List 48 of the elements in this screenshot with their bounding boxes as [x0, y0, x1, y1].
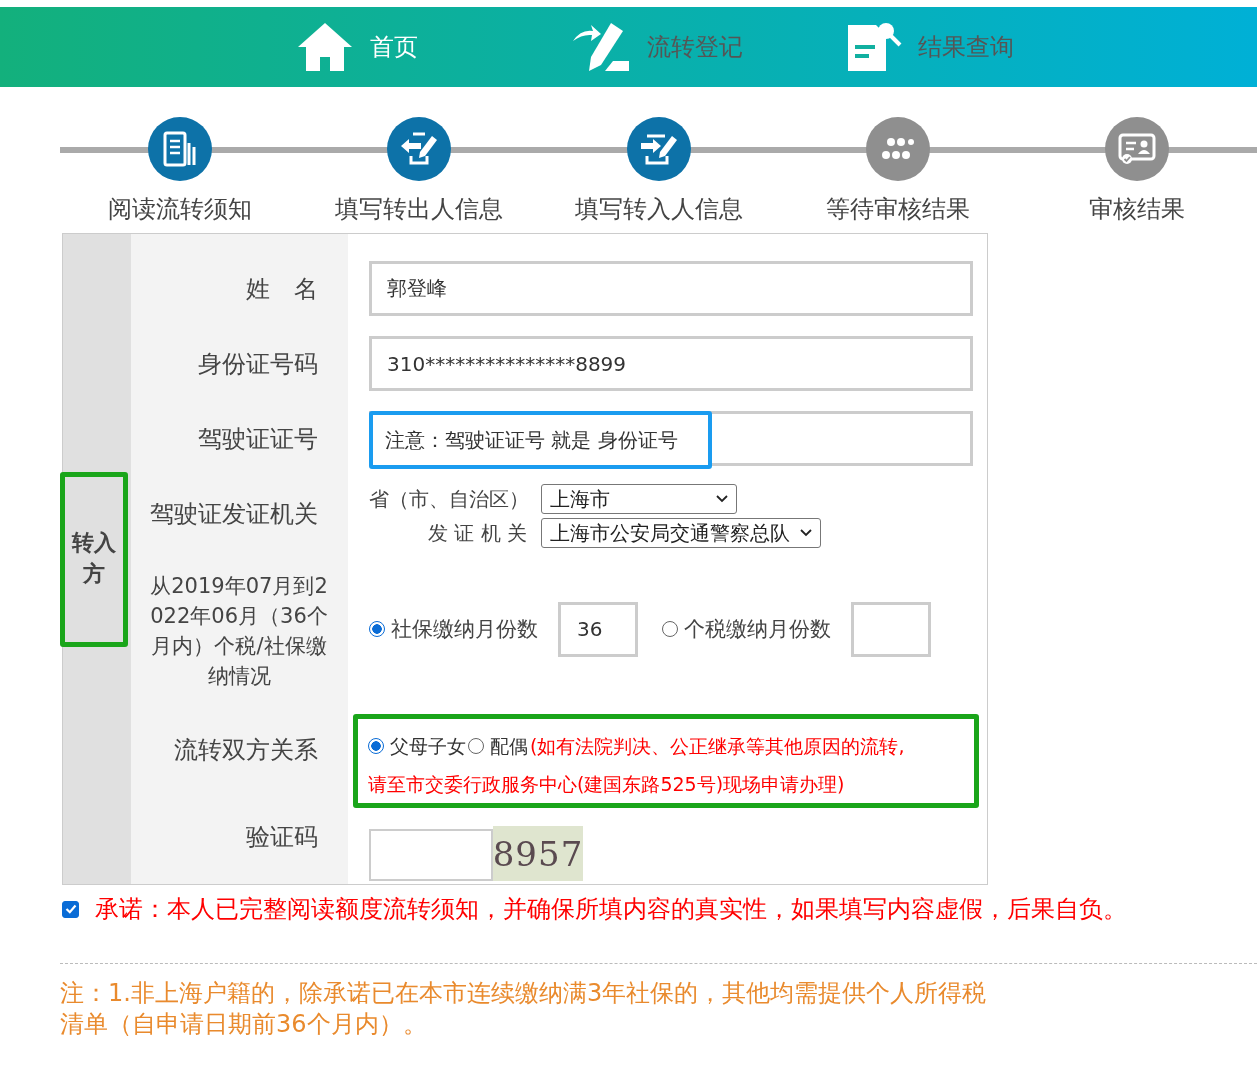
home-icon: [296, 21, 354, 73]
pencil-arrow-icon: [571, 21, 631, 73]
arrow-pen-icon: [399, 132, 440, 166]
radio-button[interactable]: [468, 738, 484, 754]
input-field[interactable]: 郭登峰: [369, 261, 973, 316]
pledge-text: 承诺：本人已完整阅读额度流转须知，并确保所填内容的真实性，如果填写内容虚假，后果自负。: [95, 894, 1127, 925]
option-label: 个税缴纳月份数: [684, 616, 831, 643]
arrow-pen-icon: [638, 132, 679, 166]
section-label: 转入方: [60, 471, 128, 647]
chevron-down-icon: [716, 495, 728, 503]
field-label: 从2019年07月到2022年06月（36个月内）个税/社保缴纳情况: [149, 573, 329, 690]
radio-button[interactable]: [368, 738, 384, 754]
hint-tooltip: 注意：驾驶证证号 就是 身份证号: [369, 411, 712, 469]
radio-button[interactable]: [369, 621, 385, 637]
option-label: 父母子女: [390, 734, 466, 759]
radio-button[interactable]: [662, 621, 678, 637]
step-label: 填写转出人信息: [335, 194, 504, 225]
option-label: 配偶: [490, 734, 528, 759]
field-label: 姓 名: [246, 273, 318, 305]
notice-text: (如有法院判决、公正继承等其他原因的流转,: [530, 734, 905, 759]
input-field[interactable]: 310***************8899: [369, 336, 973, 391]
chevron-down-icon: [800, 529, 812, 537]
field-label: 驾驶证发证机关: [150, 498, 318, 530]
document-search-icon: [846, 21, 902, 73]
input-field[interactable]: [369, 829, 493, 881]
step-label: 阅读流转须知: [107, 194, 252, 225]
field-label: 验证码: [246, 821, 318, 853]
dropdown[interactable]: 上海市公安局交通警察总队: [541, 518, 821, 548]
checkbox[interactable]: [62, 900, 79, 918]
document-icon: [162, 131, 197, 167]
select-label: 省（市、自治区）: [369, 485, 527, 513]
captcha-image[interactable]: 8957: [493, 826, 583, 881]
footnote-text: 注：1.非上海户籍的，除承诺已在本市连续缴纳满3年社保的，其他均需提供个人所得税清单（自申请日期前36个月内）。: [60, 978, 988, 1040]
option-label: 社保缴纳月份数: [391, 616, 538, 643]
dots-icon: [880, 137, 915, 161]
dropdown[interactable]: 上海市: [541, 484, 737, 514]
input-field[interactable]: 注意：驾驶证证号 就是 身份证号: [369, 411, 973, 466]
step-label: 填写转入人信息: [574, 194, 743, 225]
field-label: 驾驶证证号: [198, 423, 318, 455]
step-label: 等待审核结果: [825, 194, 970, 225]
field-label: 流转双方关系: [174, 735, 318, 766]
select-label: 发 证 机 关: [426, 519, 527, 547]
notice-text: 请至市交委行政服务中心(建国东路525号)现场申请办理): [368, 772, 845, 797]
input-field[interactable]: [851, 601, 931, 657]
field-label: 身份证号码: [198, 348, 318, 380]
id-card-icon: [1118, 133, 1157, 165]
step-label: 审核结果: [1089, 194, 1186, 225]
input-field[interactable]: 36: [558, 601, 638, 657]
